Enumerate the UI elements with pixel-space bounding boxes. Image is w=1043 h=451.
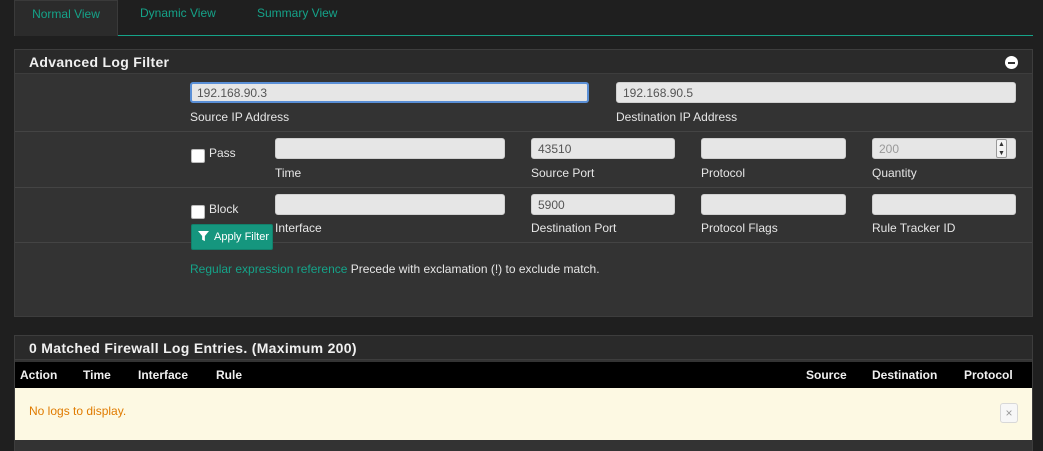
- log-panel-title: 0 Matched Firewall Log Entries. (Maximum…: [15, 336, 1032, 360]
- block-checkbox[interactable]: [191, 205, 205, 219]
- view-tabs: Normal View Dynamic View Summary View: [14, 0, 1033, 36]
- source-port-label: Source Port: [531, 166, 595, 180]
- tab-normal-view[interactable]: Normal View: [14, 0, 118, 36]
- chevron-up-icon[interactable]: ▲: [997, 140, 1006, 149]
- quantity-stepper[interactable]: [872, 138, 1016, 159]
- column-destination[interactable]: Destination: [872, 368, 937, 382]
- protocol-input[interactable]: [701, 138, 846, 159]
- quantity-label: Quantity: [872, 166, 917, 180]
- log-table-header: Action Time Interface Rule Source Destin…: [15, 362, 1032, 388]
- pass-checkbox[interactable]: [191, 149, 205, 163]
- firewall-log-panel: 0 Matched Firewall Log Entries. (Maximum…: [14, 335, 1033, 451]
- protocol-flags-label: Protocol Flags: [701, 221, 778, 235]
- destination-port-input[interactable]: [531, 194, 675, 215]
- no-logs-alert: No logs to display. ×: [15, 388, 1032, 440]
- protocol-flags-input[interactable]: [701, 194, 846, 215]
- rule-tracker-id-input[interactable]: [872, 194, 1016, 215]
- rule-tracker-id-label: Rule Tracker ID: [872, 221, 956, 235]
- quantity-spinner[interactable]: ▲ ▼: [996, 139, 1007, 158]
- time-input[interactable]: [275, 138, 505, 159]
- help-description: Precede with exclamation (!) to exclude …: [347, 262, 600, 276]
- protocol-label: Protocol: [701, 166, 746, 180]
- column-interface[interactable]: Interface: [138, 368, 188, 382]
- collapse-icon[interactable]: [1005, 56, 1018, 69]
- panel-title: Advanced Log Filter: [15, 50, 1032, 74]
- block-label: Block: [209, 202, 239, 216]
- column-protocol[interactable]: Protocol: [964, 368, 1013, 382]
- column-source[interactable]: Source: [806, 368, 847, 382]
- close-icon[interactable]: ×: [1000, 403, 1018, 423]
- time-label: Time: [275, 166, 302, 180]
- apply-filter-label: Apply Filter: [214, 231, 270, 243]
- destination-port-label: Destination Port: [531, 221, 617, 235]
- column-rule[interactable]: Rule: [216, 368, 242, 382]
- chevron-down-icon[interactable]: ▼: [997, 149, 1006, 158]
- pass-row: Pass Time Source Port Protocol ▲▼ Quanti…: [15, 132, 1032, 188]
- advanced-log-filter-panel: Advanced Log Filter Source IP Address De…: [14, 49, 1033, 317]
- destination-ip-label: Destination IP Address: [616, 110, 738, 124]
- interface-label: Interface: [275, 221, 322, 235]
- tab-summary-view[interactable]: Summary View: [257, 0, 337, 36]
- column-time[interactable]: Time: [83, 368, 111, 382]
- regex-reference-link[interactable]: Regular expression reference: [190, 262, 347, 276]
- filter-icon: [198, 231, 209, 242]
- source-ip-input[interactable]: [190, 82, 589, 103]
- apply-filter-button[interactable]: Apply Filter: [191, 224, 273, 250]
- source-port-input[interactable]: [531, 138, 675, 159]
- interface-input[interactable]: [275, 194, 505, 215]
- help-text: Regular expression reference Precede wit…: [190, 262, 600, 276]
- block-row: Block Interface Destination Port Protoco…: [15, 188, 1032, 243]
- destination-ip-input[interactable]: [616, 82, 1016, 103]
- ip-row: Source IP Address Destination IP Address: [15, 75, 1032, 132]
- pass-label: Pass: [209, 146, 236, 160]
- no-logs-message: No logs to display.: [29, 404, 127, 418]
- source-ip-label: Source IP Address: [190, 110, 290, 124]
- tab-dynamic-view[interactable]: Dynamic View: [140, 0, 216, 36]
- column-action[interactable]: Action: [20, 368, 57, 382]
